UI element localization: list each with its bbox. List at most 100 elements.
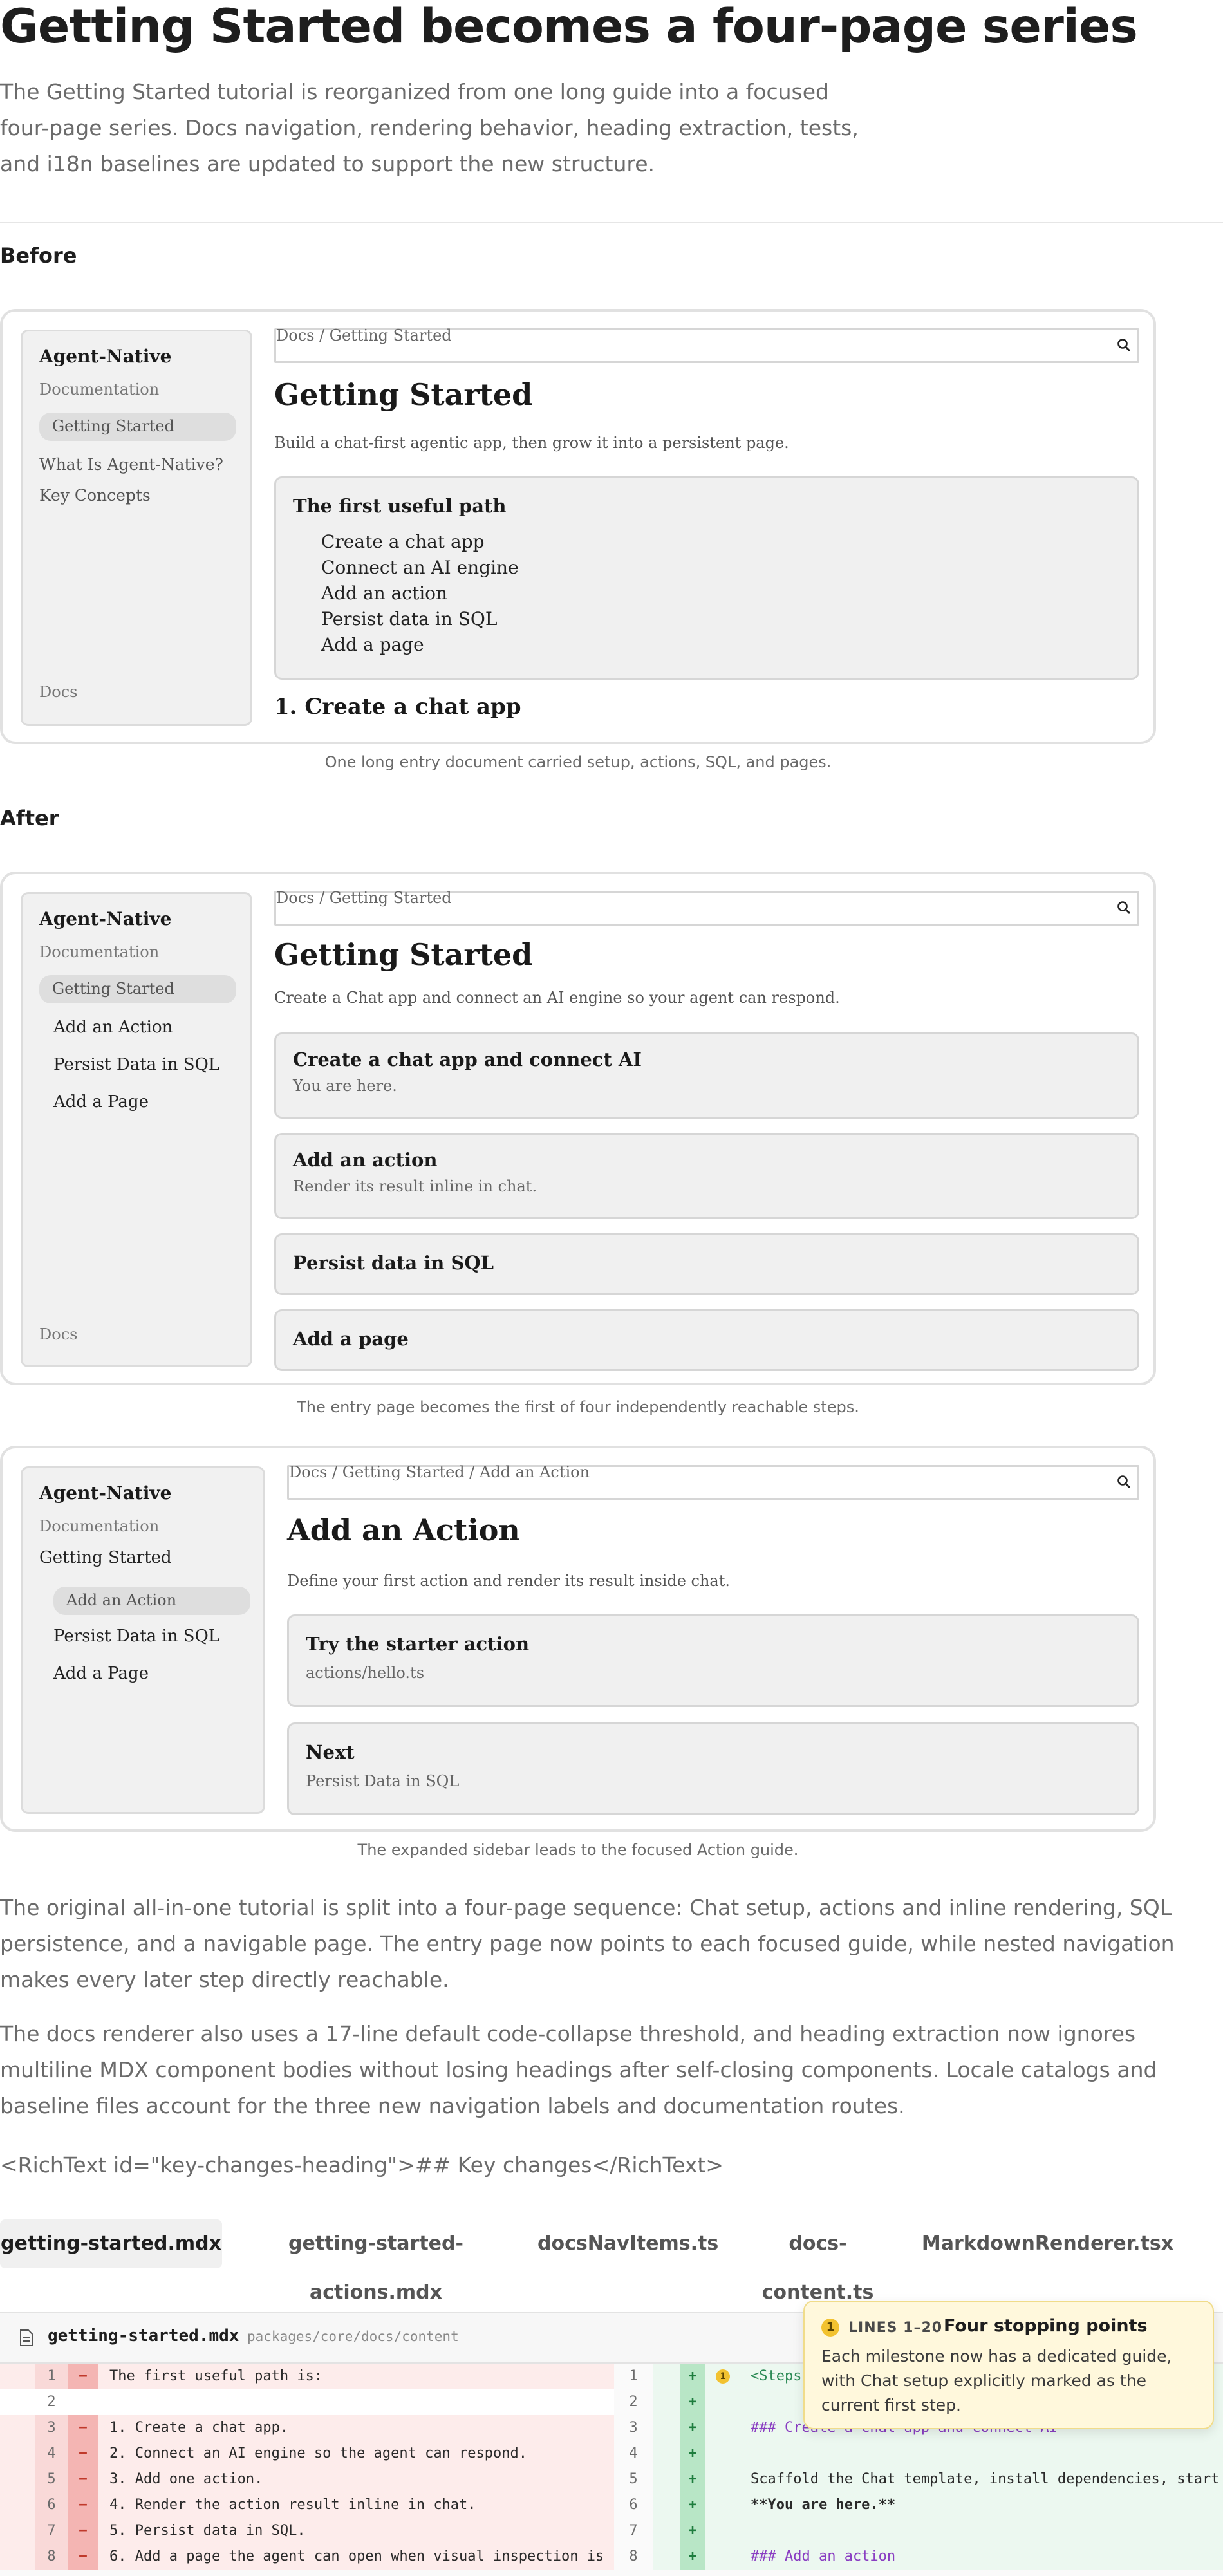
code-line: 2. Connect an AI engine so the agent can… — [109, 2445, 528, 2461]
diff-left-cell: 8−6. Add a page the agent can open when … — [0, 2544, 614, 2570]
brand-logo[interactable]: Agent-Native — [39, 908, 171, 929]
tab-getting-started-mdx[interactable]: getting-started.mdx — [0, 2219, 222, 2268]
divider — [0, 222, 1223, 223]
sidebar-footer-docs[interactable]: Docs — [39, 683, 77, 701]
diff-row: 4−2. Connect an AI engine so the agent c… — [0, 2441, 1223, 2467]
diff-left-cell: 4−2. Connect an AI engine so the agent c… — [0, 2441, 614, 2467]
diff-left-cell: 6−4. Render the action result inline in … — [0, 2492, 614, 2518]
sidebar-item-add-page[interactable]: Add a Page — [53, 1092, 149, 1112]
sidebar-item-add-action[interactable]: Add an Action — [53, 1018, 173, 1037]
code-line: The first useful path is: — [109, 2368, 323, 2384]
brand-logo[interactable]: Agent-Native — [39, 346, 171, 367]
code-line: 1. Create a chat app. — [109, 2420, 289, 2436]
line-number: 2 — [614, 2389, 653, 2415]
line-number: 8 — [35, 2544, 68, 2570]
code-line: Scaffold the Chat template, install depe… — [751, 2471, 1220, 2487]
line-number: 2 — [47, 2394, 56, 2410]
sidebar-section-label: Documentation — [39, 943, 160, 961]
step-card-sub: You are here. — [293, 1077, 397, 1095]
after-mock-action: Agent-Native Documentation Getting Start… — [0, 1446, 1156, 1832]
sidebar-item-persist-data[interactable]: Persist Data in SQL — [53, 1627, 219, 1646]
diff-filename: getting-started.mdx — [48, 2326, 239, 2346]
diff-left-cell: 7−5. Persist data in SQL. — [0, 2518, 614, 2544]
step-card[interactable]: Add a page — [274, 1309, 1139, 1371]
step-card[interactable]: Add an action Render its result inline i… — [274, 1133, 1139, 1219]
breadcrumb[interactable]: Docs / Getting Started — [274, 889, 1139, 926]
change-note-popover[interactable]: 1 LINES 1–20 Four stopping points Each m… — [803, 2301, 1214, 2429]
search-icon[interactable] — [1117, 901, 1131, 915]
diff-right-cell: 7 + — [614, 2518, 1223, 2544]
diff-sign: − — [68, 2415, 98, 2441]
diff-sign: + — [680, 2441, 705, 2467]
diff-sign: + — [680, 2492, 705, 2518]
diff-sign: + — [680, 2389, 705, 2415]
step-card[interactable]: Create a chat app and connect AI You are… — [274, 1032, 1139, 1119]
diff-sign: + — [680, 2518, 705, 2544]
diff-sign: + — [680, 2544, 705, 2570]
mock-subtitle: Build a chat-first agentic app, then gro… — [274, 434, 789, 452]
line-number: 3 — [614, 2415, 653, 2441]
brand-logo[interactable]: Agent-Native — [39, 1482, 171, 1504]
diff-sign: + — [680, 2364, 705, 2389]
breadcrumb-text: Docs / Getting Started / Add an Action — [289, 1463, 590, 1481]
sidebar-item-getting-started[interactable]: Getting Started — [39, 1548, 172, 1567]
note-marker-badge[interactable]: 1 — [716, 2369, 730, 2384]
tab-getting-started-actions-mdx[interactable]: getting-started-actions.mdx — [238, 2219, 514, 2304]
list-item: Add an action — [321, 583, 448, 604]
diff-row: 7−5. Persist data in SQL. 7 + — [0, 2518, 1223, 2544]
diff-left-cell: 1− The first useful path is: — [0, 2364, 614, 2389]
intro-paragraph: The Getting Started tutorial is reorgani… — [0, 79, 859, 176]
line-number: 4 — [614, 2441, 653, 2467]
diff-row: 6−4. Render the action result inline in … — [0, 2492, 1223, 2518]
diff-row: 5−3. Add one action. 5 + Scaffold the Chat … — [0, 2467, 1223, 2492]
line-number: 5 — [614, 2467, 653, 2492]
summary-paragraph: The original all-in-one tutorial is spli… — [0, 1895, 1175, 1992]
mock-page-title: Add an Action — [287, 1513, 520, 1547]
step-card[interactable]: Persist data in SQL — [274, 1233, 1139, 1295]
breadcrumb-text: Docs / Getting Started — [276, 889, 452, 907]
code-line: 6. Add a page the agent can open when vi… — [109, 2548, 604, 2564]
sidebar-section-label: Documentation — [39, 1517, 160, 1535]
next-card[interactable]: Next Persist Data in SQL — [287, 1722, 1139, 1815]
mock-page-title: Getting Started — [274, 377, 533, 412]
tab-docs-content[interactable]: docs-content.ts — [739, 2219, 897, 2304]
diff-sign: − — [68, 2441, 98, 2467]
breadcrumb[interactable]: Docs / Getting Started — [274, 328, 1139, 363]
search-icon[interactable] — [1117, 338, 1131, 352]
diff-sign: − — [68, 2492, 98, 2518]
diff-filepath: packages/core/docs/content — [247, 2329, 459, 2344]
sidebar-item-getting-started[interactable]: Getting Started — [39, 975, 236, 1003]
breadcrumb-text: Docs / Getting Started — [276, 326, 452, 344]
tab-markdown-renderer[interactable]: MarkdownRenderer.tsx — [920, 2219, 1175, 2268]
sidebar-item-add-action[interactable]: Add an Action — [53, 1587, 250, 1615]
mock-subtitle: Create a Chat app and connect an AI engi… — [274, 989, 840, 1007]
line-number: 6 — [35, 2492, 68, 2518]
before-caption: One long entry document carried setup, a… — [324, 753, 832, 771]
note-number-badge: 1 — [821, 2319, 839, 2337]
sidebar-item-key-concepts[interactable]: Key Concepts — [39, 486, 151, 505]
sidebar-item-getting-started[interactable]: Getting Started — [39, 413, 236, 441]
line-number: 1 — [35, 2364, 68, 2389]
diff-right-cell: 4 + — [614, 2441, 1223, 2467]
line-number: 7 — [35, 2518, 68, 2544]
path-card: The first useful path Create a chat app … — [274, 476, 1139, 680]
line-number: 5 — [35, 2467, 68, 2492]
diff-sign: − — [68, 2518, 98, 2544]
sidebar-item-what-is[interactable]: What Is Agent-Native? — [39, 455, 223, 474]
breadcrumb[interactable]: Docs / Getting Started / Add an Action — [287, 1463, 1139, 1500]
sidebar: Agent-Native Documentation Getting Start… — [21, 1466, 265, 1814]
step-card-sub: Render its result inline in chat. — [293, 1177, 537, 1195]
search-icon[interactable] — [1117, 1475, 1131, 1489]
sidebar-item-persist-data[interactable]: Persist Data in SQL — [53, 1055, 219, 1074]
diff-row: 8−6. Add a page the agent can open when … — [0, 2544, 1223, 2570]
mock-page-title: Getting Started — [274, 937, 533, 972]
note-body: Each milestone now has a dedicated guide… — [821, 2347, 1172, 2414]
code-line: **You are here.** — [751, 2497, 896, 2513]
diff-sign: − — [68, 2544, 98, 2570]
sidebar-footer-docs[interactable]: Docs — [39, 1325, 77, 1343]
sidebar-item-add-page[interactable]: Add a Page — [53, 1664, 149, 1683]
step-card-title: Add an action — [293, 1149, 438, 1171]
line-number: 4 — [35, 2441, 68, 2467]
tab-docs-nav-items[interactable]: docsNavItems.ts — [537, 2219, 718, 2268]
action-card[interactable]: Try the starter action actions/hello.ts — [287, 1614, 1139, 1707]
